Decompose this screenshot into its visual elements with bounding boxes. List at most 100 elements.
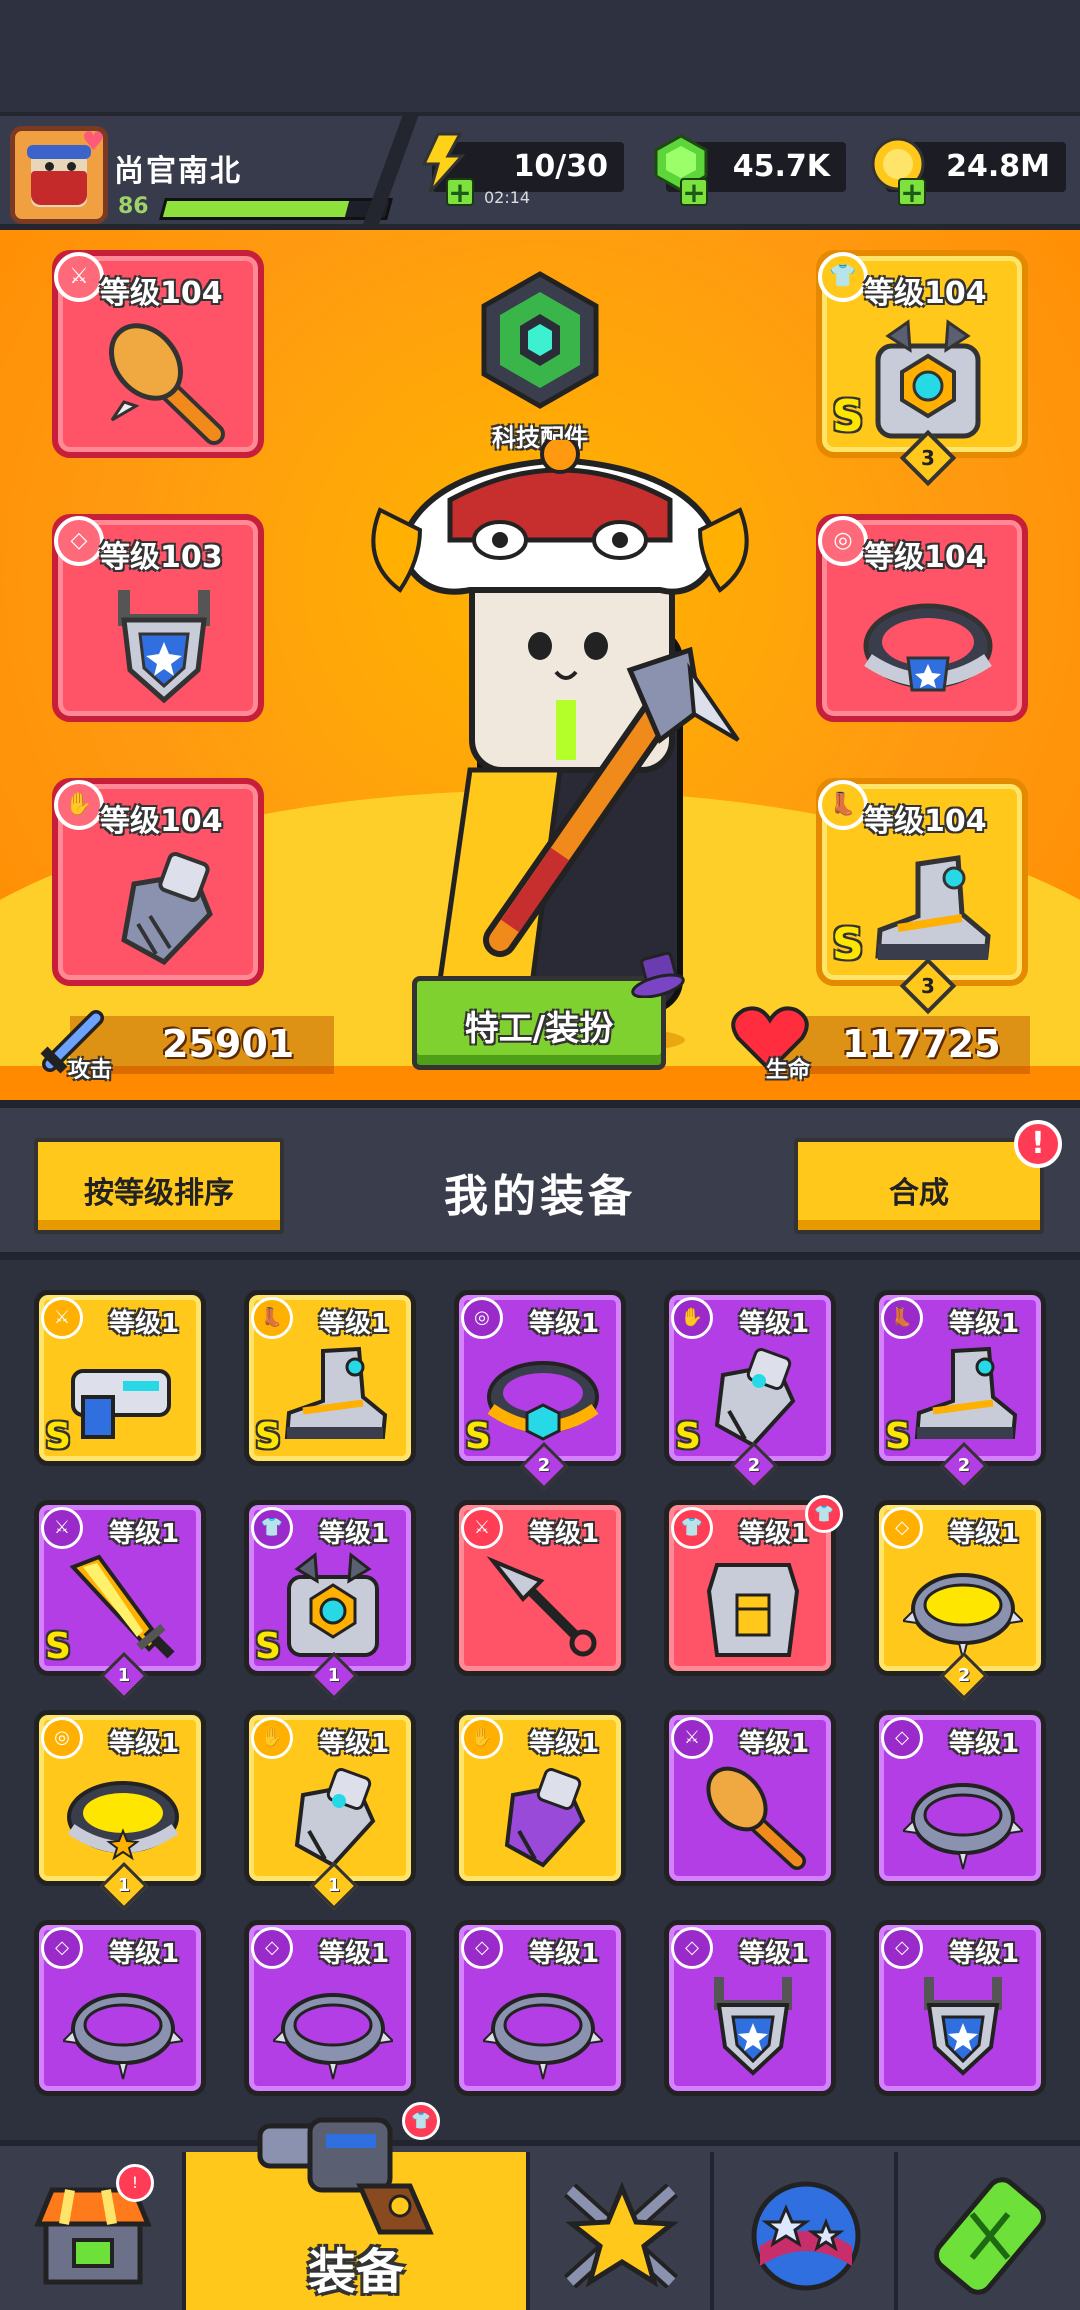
- inventory-card[interactable]: ◎ 等级1 S 2: [454, 1290, 626, 1491]
- weapon-category-icon: ⚔: [54, 252, 104, 302]
- inventory-card[interactable]: ◇ 等级1: [874, 1710, 1046, 1886]
- nav-tab-evolve[interactable]: [898, 2152, 1080, 2310]
- dna-capsule-icon: [933, 2177, 1047, 2295]
- card-grade: S: [675, 1416, 701, 1457]
- card-level: 等级1: [949, 1519, 1020, 1549]
- necklace-category-icon: ◇: [881, 1507, 923, 1549]
- armor-new-badge: 👕: [402, 2102, 440, 2140]
- inventory-card[interactable]: ⚔ 等级1 S: [34, 1290, 206, 1466]
- equipped-necklace-slot[interactable]: ◇ 等级103: [52, 514, 264, 722]
- inventory-card[interactable]: ✋ 等级1 1: [244, 1710, 416, 1911]
- card-level: 等级1: [949, 1309, 1020, 1339]
- gauntlet-icon: [121, 851, 213, 966]
- inventory-card[interactable]: ⚔ 等级1 S 1: [34, 1500, 206, 1701]
- inventory-card[interactable]: ✋ 等级1 S 2: [664, 1290, 836, 1491]
- player-name: 尚官南北: [114, 154, 242, 189]
- equipped-armor-slot[interactable]: 👕 等级104 S 3: [816, 250, 1028, 487]
- card-level: 等级1: [529, 1729, 600, 1759]
- equipped-weapon-slot[interactable]: ⚔ 等级104: [52, 250, 264, 458]
- necklace-level: 等级103: [100, 540, 223, 575]
- game-screen: ♥ 尚官南北 86 10/30 + 02:14 45.7K + 24.8M + …: [0, 0, 1080, 2310]
- belt-category-icon: ◎: [818, 516, 868, 566]
- coins-value: 24.8M: [946, 149, 1050, 184]
- add-gems-button[interactable]: +: [680, 178, 708, 207]
- armor-category-icon: 👕: [671, 1507, 713, 1549]
- merge-button[interactable]: 合成: [794, 1138, 1044, 1234]
- spike-ring-icon: [903, 1783, 1023, 1870]
- add-energy-button[interactable]: +: [446, 178, 474, 207]
- card-level: 等级1: [319, 1309, 390, 1339]
- merge-label: 合成: [889, 1176, 949, 1211]
- necklace-category-icon: ◇: [881, 1927, 923, 1969]
- divider: [361, 116, 419, 228]
- inventory-card[interactable]: 👢 等级1 S: [244, 1290, 416, 1466]
- heart-icon: ♥: [81, 127, 105, 157]
- blaster-icon: [71, 1369, 171, 1439]
- card-level: 等级1: [529, 1939, 600, 1969]
- inventory-card[interactable]: ⚔ 等级1: [664, 1710, 836, 1886]
- inventory-card[interactable]: ◇ 等级1 2: [874, 1500, 1046, 1701]
- card-level: 等级1: [949, 1939, 1020, 1969]
- nav-tab-shop[interactable]: !: [0, 2152, 186, 2310]
- armor-category-icon: 👕: [251, 1507, 293, 1549]
- nav-tab-planet[interactable]: [714, 2152, 898, 2310]
- inventory-card[interactable]: ◇ 等级1: [454, 1920, 626, 2096]
- card-grade: S: [45, 1416, 71, 1457]
- card-level: 等级1: [319, 1729, 390, 1759]
- boots-grade: S: [832, 919, 864, 970]
- nav-tab-heroes[interactable]: [530, 2152, 714, 2310]
- card-level: 等级1: [949, 1729, 1020, 1759]
- inventory-card[interactable]: ✋ 等级1: [454, 1710, 626, 1886]
- planet-icon: [751, 2181, 861, 2291]
- gloves-category-icon: ✋: [671, 1297, 713, 1339]
- merge-alert-badge: !: [1014, 1120, 1062, 1168]
- gems-value: 45.7K: [732, 149, 830, 184]
- card-level: 等级1: [109, 1939, 180, 1969]
- inventory-card[interactable]: ◎ 等级1 1: [34, 1710, 206, 1911]
- chest-plate-icon: [706, 1563, 800, 1657]
- inventory-card[interactable]: ⚔ 等级1: [454, 1500, 626, 1676]
- necklace-category-icon: ◇: [881, 1717, 923, 1759]
- sort-by-level-button[interactable]: 按等级排序: [34, 1138, 284, 1234]
- equipment-header: 按等级排序 我的装备 合成: [0, 1100, 1080, 1260]
- attack-label: 攻击: [68, 1058, 113, 1083]
- player-avatar[interactable]: ♥: [10, 126, 108, 224]
- inventory-card[interactable]: ◇ 等级1: [34, 1920, 206, 2096]
- mech-boots-icon: [875, 855, 991, 960]
- inventory-card[interactable]: 👕 等级1 S 1: [244, 1500, 416, 1701]
- equipped-gloves-slot[interactable]: ✋ 等级104: [52, 778, 264, 986]
- status-bar: [0, 0, 1080, 112]
- mech-boots-icon: [284, 1346, 388, 1439]
- star-swords-icon: [563, 2181, 679, 2289]
- new-item-badge: 👕: [805, 1495, 843, 1533]
- tech-part-button[interactable]: [478, 270, 602, 410]
- necklace-category-icon: ◇: [251, 1927, 293, 1969]
- card-level: 等级1: [739, 1519, 810, 1549]
- hp-label: 生命: [766, 1058, 811, 1083]
- hat-icon: [631, 952, 685, 998]
- inventory-card[interactable]: ◇ 等级1: [874, 1920, 1046, 2096]
- equipped-boots-slot[interactable]: 👢 等级104 S 3: [816, 778, 1028, 1015]
- equipped-belt-slot[interactable]: ◎ 等级104: [816, 514, 1028, 722]
- belt-category-icon: ◎: [41, 1717, 83, 1759]
- agent-costume-button[interactable]: 特工/装扮: [412, 976, 666, 1070]
- inventory-card[interactable]: 👢 等级1 S 2: [874, 1290, 1046, 1491]
- inventory-card[interactable]: 👕 等级1 👕: [664, 1495, 843, 1676]
- necklace-category-icon: ◇: [54, 516, 104, 566]
- avatar-mask: [31, 171, 87, 205]
- gloves-category-icon: ✋: [251, 1717, 293, 1759]
- inventory-card[interactable]: ◇ 等级1: [664, 1920, 836, 2096]
- equipment-title: 我的装备: [444, 1171, 636, 1222]
- purple-gauntlet-icon: [504, 1767, 586, 1868]
- inventory-card[interactable]: ◇ 等级1: [244, 1920, 416, 2096]
- add-coins-button[interactable]: +: [898, 178, 926, 207]
- spike-ring-icon: [63, 1993, 183, 2080]
- card-grade: S: [465, 1416, 491, 1457]
- hero-character[interactable]: [360, 440, 760, 1060]
- card-level: 等级1: [109, 1309, 180, 1339]
- robot-chest-icon: [287, 1552, 379, 1657]
- blue-belt-icon: [863, 603, 993, 692]
- gloves-category-icon: ✋: [54, 780, 104, 830]
- armor-level: 等级104: [864, 276, 987, 311]
- hp-value: 117725: [842, 1022, 1001, 1066]
